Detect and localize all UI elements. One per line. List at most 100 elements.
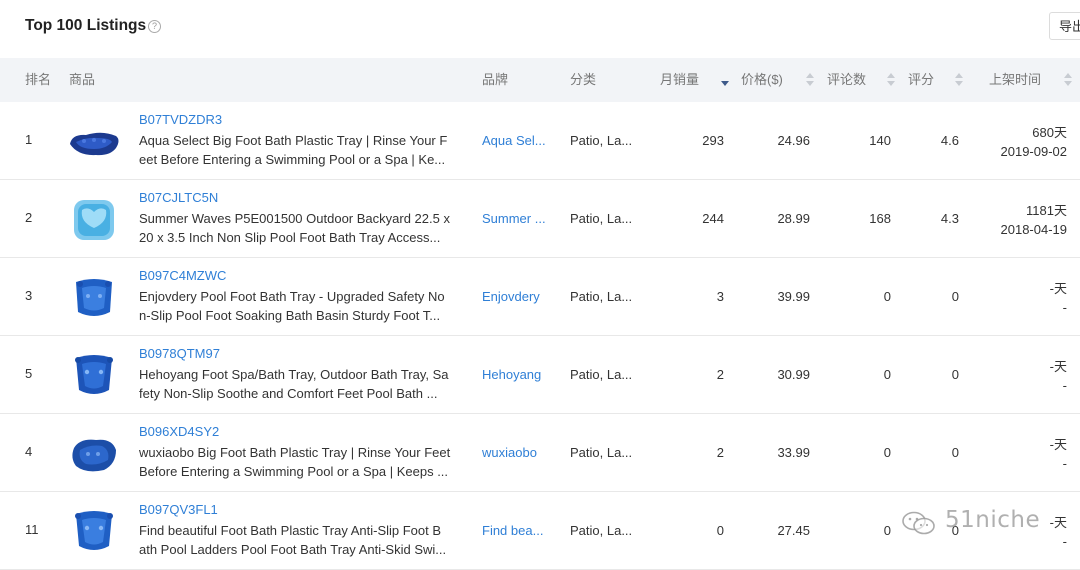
product-title[interactable]: Hehoyang Foot Spa/Bath Tray, Outdoor Bat… [139, 365, 465, 403]
reviews-cell: 0 [883, 289, 891, 304]
table-header-bar: Top 100 Listings ? 导出 [0, 0, 1080, 58]
table-row: 1 B07TVDZDR3 Aqua Select Big Foot Bath P… [0, 102, 1080, 180]
table-row: 2 B07CJLTC5N Summer Waves P5E001500 Outd… [0, 180, 1080, 258]
product-thumbnail[interactable] [66, 274, 122, 320]
listed-days: -天 [1049, 281, 1067, 296]
listed-days: 680天 [1032, 125, 1067, 140]
column-rating[interactable]: 评分 [908, 58, 934, 102]
asin-link[interactable]: B097QV3FL1 [139, 502, 218, 517]
listed-date: - [1062, 456, 1067, 471]
column-category: 分类 [570, 72, 597, 87]
price-cell: 33.99 [777, 445, 810, 460]
sales-cell: 2 [716, 367, 724, 382]
sales-cell: 0 [716, 523, 724, 538]
brand-link[interactable]: wuxiaobo [482, 445, 552, 460]
product-title[interactable]: wuxiaobo Big Foot Bath Plastic Tray | Ri… [139, 443, 465, 481]
category-cell: Patio, La... [570, 289, 633, 304]
product-title-line: eet Before Entering a Swimming Pool or a… [139, 152, 446, 167]
column-listed[interactable]: 上架时间 [989, 58, 1041, 102]
listed-cell: -天 - [960, 279, 1067, 317]
sort-icon[interactable] [1064, 73, 1072, 89]
product-title-line: n-Slip Pool Foot Soaking Bath Basin Stur… [139, 308, 441, 323]
wechat-icon [902, 511, 935, 535]
sort-icon[interactable] [955, 73, 963, 89]
watermark-text: 51niche [945, 507, 1041, 533]
column-product: 商品 [69, 72, 96, 87]
reviews-cell: 0 [883, 367, 891, 382]
listed-date: 2018-04-19 [1000, 222, 1068, 237]
table-row: 3 B097C4MZWC Enjovdery Pool Foot Bath Tr… [0, 258, 1080, 336]
rating-cell: 4.6 [940, 133, 959, 148]
product-thumbnail[interactable] [66, 352, 122, 398]
rating-cell: 0 [951, 289, 959, 304]
rank-cell: 5 [25, 366, 33, 381]
rank-cell: 2 [25, 210, 33, 225]
listed-days: 1181天 [1026, 203, 1067, 218]
product-thumbnail[interactable] [66, 430, 122, 476]
category-cell: Patio, La... [570, 445, 633, 460]
reviews-cell: 0 [883, 445, 891, 460]
sort-icon[interactable] [806, 73, 814, 89]
asin-link[interactable]: B07TVDZDR3 [139, 112, 222, 127]
reviews-cell: 140 [869, 133, 891, 148]
rating-cell: 0 [951, 367, 959, 382]
sales-cell: 244 [702, 211, 724, 226]
product-title-line: Aqua Select Big Foot Bath Plastic Tray |… [139, 133, 448, 148]
product-title[interactable]: Summer Waves P5E001500 Outdoor Backyard … [139, 209, 465, 247]
column-monthly-sales[interactable]: 月销量 [660, 58, 699, 102]
listed-date: - [1062, 300, 1067, 315]
rank-cell: 4 [25, 444, 33, 459]
asin-link[interactable]: B07CJLTC5N [139, 190, 218, 205]
product-title-line: ath Pool Ladders Pool Foot Bath Tray Ant… [139, 542, 447, 557]
rating-cell: 4.3 [940, 211, 959, 226]
brand-link[interactable]: Find bea... [482, 523, 552, 538]
brand-link[interactable]: Aqua Sel... [482, 133, 552, 148]
category-cell: Patio, La... [570, 133, 633, 148]
product-thumbnail[interactable] [66, 196, 122, 242]
column-rank: 排名 [25, 72, 52, 87]
sales-cell: 3 [716, 289, 724, 304]
rank-cell: 11 [25, 522, 39, 537]
category-cell: Patio, La... [570, 211, 633, 226]
column-price[interactable]: 价格($) [741, 58, 783, 102]
reviews-cell: 0 [883, 523, 891, 538]
price-cell: 24.96 [777, 133, 810, 148]
product-thumbnail[interactable] [66, 118, 122, 164]
column-reviews[interactable]: 评论数 [827, 58, 866, 102]
product-title[interactable]: Aqua Select Big Foot Bath Plastic Tray |… [139, 131, 465, 169]
listed-cell: -天 - [960, 435, 1067, 473]
table-head: 排名 商品 品牌 分类 月销量 价格($) 评论数 评分 上架时间 [0, 58, 1080, 102]
listed-days: -天 [1049, 359, 1067, 374]
brand-link[interactable]: Enjovdery [482, 289, 552, 304]
listed-date: - [1062, 378, 1067, 393]
listed-days: -天 [1049, 437, 1067, 452]
category-cell: Patio, La... [570, 523, 633, 538]
page-title: Top 100 Listings [25, 17, 147, 34]
price-cell: 27.45 [777, 523, 810, 538]
sort-icon[interactable] [887, 73, 895, 89]
listed-date: 2019-09-02 [1000, 144, 1068, 159]
listed-cell: 1181天 2018-04-19 [960, 201, 1068, 239]
product-title[interactable]: Find beautiful Foot Bath Plastic Tray An… [139, 521, 465, 559]
question-circle-icon[interactable]: ? [148, 20, 161, 33]
sort-desc-icon[interactable] [721, 73, 729, 89]
product-title[interactable]: Enjovdery Pool Foot Bath Tray - Upgraded… [139, 287, 465, 325]
product-title-line: Hehoyang Foot Spa/Bath Tray, Outdoor Bat… [139, 367, 449, 382]
listed-cell: -天 - [960, 357, 1067, 395]
export-button[interactable]: 导出 [1049, 12, 1080, 40]
watermark: 51niche [901, 507, 1071, 538]
brand-link[interactable]: Summer ... [482, 211, 552, 226]
asin-link[interactable]: B096XD4SY2 [139, 424, 219, 439]
listings-table-body: 1 B07TVDZDR3 Aqua Select Big Foot Bath P… [0, 102, 1080, 570]
product-title-line: Summer Waves P5E001500 Outdoor Backyard … [139, 211, 450, 226]
brand-link[interactable]: Hehoyang [482, 367, 552, 382]
product-thumbnail[interactable] [66, 508, 122, 554]
asin-link[interactable]: B0978QTM97 [139, 346, 220, 361]
product-title-line: fety Non-Slip Soothe and Comfort Feet Po… [139, 386, 438, 401]
price-cell: 30.99 [777, 367, 810, 382]
product-title-line: wuxiaobo Big Foot Bath Plastic Tray | Ri… [139, 445, 451, 460]
product-title-line: 20 x 3.5 Inch Non Slip Pool Foot Bath Tr… [139, 230, 441, 245]
price-cell: 28.99 [777, 211, 810, 226]
asin-link[interactable]: B097C4MZWC [139, 268, 226, 283]
category-cell: Patio, La... [570, 367, 633, 382]
